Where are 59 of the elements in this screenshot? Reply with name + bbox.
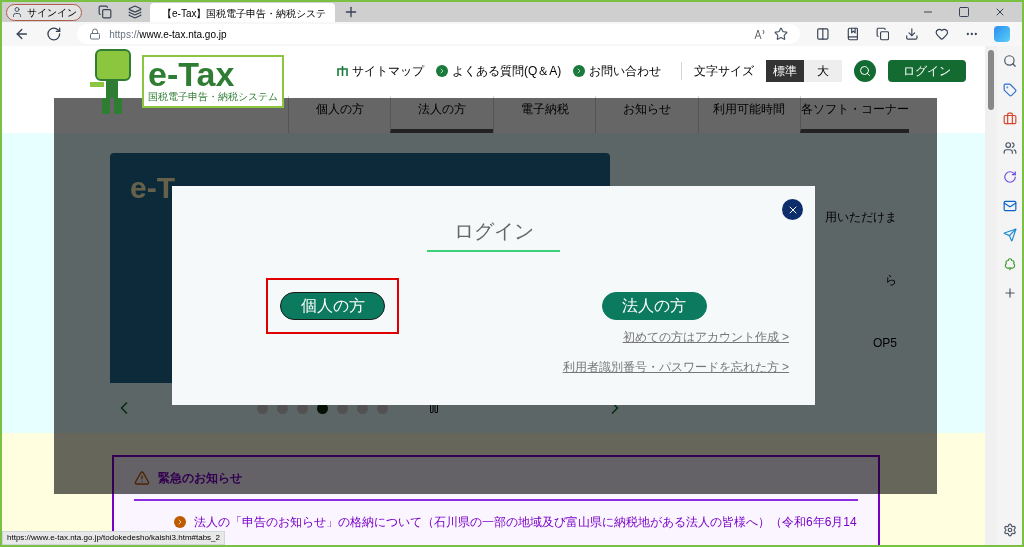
browser-essentials-icon[interactable]: [935, 27, 949, 41]
search-button[interactable]: [854, 60, 877, 82]
download-icon[interactable]: [905, 27, 920, 41]
side-text: ら: [885, 272, 897, 289]
hero-title: e-T: [130, 171, 175, 204]
dialog-link[interactable]: 利用者識別番号・パスワードを忘れた方 >: [562, 358, 789, 376]
search-icon[interactable]: [1002, 54, 1017, 68]
maximize-icon[interactable]: [958, 6, 970, 18]
close-button[interactable]: [782, 199, 803, 220]
side-text: 用いただけま: [825, 209, 897, 226]
font-size-label: 文字サイズ: [681, 62, 755, 80]
tab-title: 【e-Tax】国税電子申告・納税システ: [162, 6, 327, 21]
scrollbar-thumb[interactable]: [988, 50, 994, 110]
refresh-icon[interactable]: [45, 26, 62, 42]
pause-icon[interactable]: [428, 402, 440, 414]
logo-title: e-Tax: [148, 57, 235, 91]
login-type-button[interactable]: 個人の方: [280, 292, 386, 320]
workspaces-icon[interactable]: [98, 5, 112, 19]
favorite-star-icon[interactable]: [774, 27, 789, 41]
collections-icon[interactable]: [875, 27, 890, 41]
tab-actions-icon[interactable]: [128, 5, 142, 19]
notice-title: 緊急のお知らせ: [158, 470, 242, 487]
split-screen-icon[interactable]: [816, 27, 831, 41]
login-button[interactable]: ログイン: [888, 60, 967, 82]
font-size-option[interactable]: 標準: [766, 60, 805, 82]
profile-button[interactable]: サインイン: [6, 3, 82, 21]
utility-link[interactable]: サイトマップ: [337, 62, 424, 80]
status-url: https://www.e-tax.nta.go.jp/todokedesho/kaishi3.htm#tabs_2: [2, 531, 225, 545]
profile-icon: [11, 6, 23, 18]
font-size-option[interactable]: 大: [804, 60, 843, 82]
login-type-button[interactable]: 法人の方: [601, 292, 707, 320]
side-text: OP5: [873, 335, 897, 352]
search-icon: [859, 65, 872, 77]
settings-icon[interactable]: [1002, 523, 1017, 537]
circle-app-icon[interactable]: [1002, 170, 1017, 184]
dialog-title: ログイン: [427, 216, 560, 252]
mail-icon[interactable]: [1002, 199, 1017, 213]
utility-link[interactable]: お問い合わせ: [573, 62, 662, 80]
send-icon[interactable]: [1002, 228, 1017, 242]
browser-tab[interactable]: 【e-Tax】国税電子申告・納税システ: [150, 3, 335, 23]
read-aloud-icon[interactable]: [754, 28, 767, 40]
close-window-icon[interactable]: [994, 6, 1006, 18]
briefcase-icon[interactable]: [1002, 112, 1017, 126]
add-icon[interactable]: [1002, 286, 1017, 300]
sitemap-icon: [337, 66, 348, 76]
people-icon[interactable]: [1002, 141, 1017, 155]
dialog-link[interactable]: 初めての方はアカウント作成 >: [622, 328, 789, 346]
logo-subtitle: 国税電子申告・納税システム: [148, 91, 278, 104]
notice-link[interactable]: 法人の「申告のお知らせ」の格納について（石川県の一部の地域及び富山県に納税地がある法人の皆様へ）（令和6年6月14: [194, 513, 857, 531]
lock-icon: [89, 28, 102, 40]
new-tab-icon[interactable]: [343, 4, 359, 20]
utility-link[interactable]: よくある質問(Q＆A): [436, 62, 562, 80]
favorites-icon[interactable]: [846, 27, 860, 41]
tag-icon[interactable]: [1002, 83, 1017, 97]
url-text: https://www.e-tax.nta.go.jp: [109, 27, 227, 42]
address-bar[interactable]: https://www.e-tax.nta.go.jp: [77, 24, 801, 44]
back-icon[interactable]: [14, 26, 30, 42]
warning-icon: [134, 470, 150, 486]
tree-icon[interactable]: [1002, 257, 1017, 271]
